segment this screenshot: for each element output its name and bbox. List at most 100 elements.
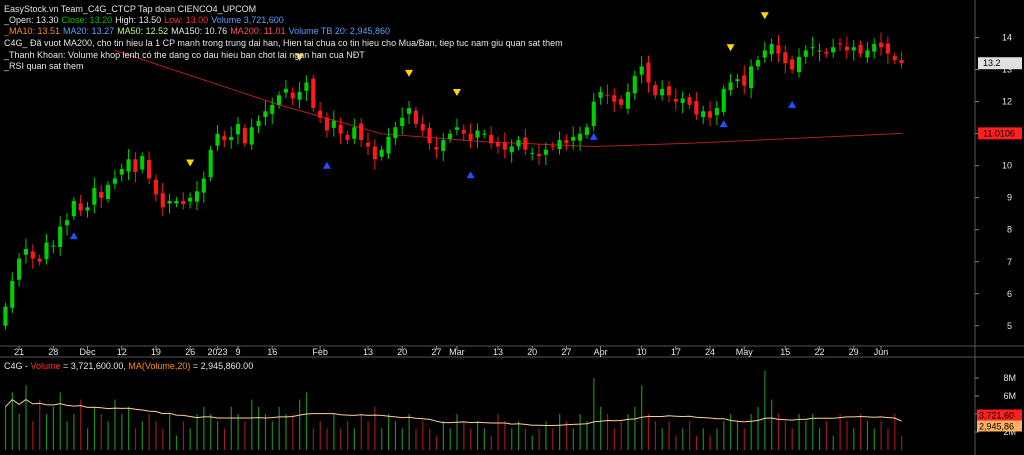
volume-bar	[695, 435, 698, 450]
volume-tick-label: 8M	[1003, 373, 1016, 383]
x-tick-label: 28	[48, 347, 58, 357]
ohlc-value-2: High: 13.50	[115, 15, 162, 25]
candle-body	[755, 60, 760, 67]
candle-body	[352, 127, 357, 139]
volume-bar	[374, 406, 376, 450]
volume-bar	[846, 421, 848, 450]
price-tick-label: 10	[1002, 161, 1012, 171]
candle-body	[427, 127, 432, 144]
volume-bar	[340, 428, 342, 450]
x-tick-label: Dec	[80, 347, 97, 357]
candle-body	[584, 127, 589, 135]
candle-body	[85, 207, 90, 211]
volume-header-part-2: = 3,721,600.00,	[60, 361, 129, 371]
volume-bar	[155, 421, 157, 450]
volume-bar	[285, 414, 287, 450]
candle-body	[653, 85, 658, 96]
candle-body	[879, 42, 884, 48]
volume-bar	[866, 421, 869, 450]
buy-signal-marker	[69, 232, 78, 240]
candle-body	[837, 43, 843, 45]
volume-bar	[182, 421, 184, 450]
volume-bar	[880, 421, 882, 450]
volume-bar	[682, 428, 684, 450]
volume-bar	[121, 414, 123, 450]
volume-bar	[319, 421, 321, 450]
candle-body	[304, 82, 309, 91]
sell-signal-marker	[452, 89, 461, 97]
volume-bar	[271, 421, 273, 450]
volume-panel-header: C4G - Volume = 3,721,600.00, MA(Volume,2…	[4, 361, 253, 371]
volume-bar	[832, 435, 834, 450]
ma200-line	[114, 49, 902, 148]
price-tick-label: 5	[1007, 321, 1012, 331]
volume-bar	[764, 370, 766, 450]
candle-body	[557, 140, 562, 150]
candle-body	[694, 101, 699, 115]
candle-body	[885, 43, 890, 54]
volume-bar	[73, 414, 75, 450]
x-tick-label: 22	[814, 347, 824, 357]
x-tick-label: 27	[431, 347, 441, 357]
candle-body	[92, 188, 97, 205]
candle-body	[530, 152, 535, 154]
x-tick-label: 2023	[207, 347, 227, 357]
candle-body	[735, 79, 740, 82]
note-3: _RSI quan sat them	[4, 61, 84, 71]
ohlc-value-3: Low: 13.00	[164, 15, 209, 25]
volume-value-label: 3,721,60	[979, 411, 1014, 421]
candle-body	[714, 108, 719, 116]
candle-body	[406, 108, 412, 114]
volume-bar	[586, 421, 588, 450]
candle-body	[400, 117, 405, 126]
candle-body	[509, 146, 514, 153]
candle-body	[701, 111, 706, 118]
volume-tick-label: 6M	[1003, 391, 1016, 401]
candle-body	[844, 46, 849, 51]
volume-ma-line	[5, 398, 902, 426]
volume-bar	[39, 399, 41, 450]
price-volume-chart: 5678910111213142M4M6M8M2128Dec1219262023…	[0, 0, 1024, 455]
x-tick-label: Apr	[594, 347, 608, 357]
volume-bar	[825, 421, 828, 450]
volume-bar	[251, 399, 253, 450]
candle-body	[256, 120, 261, 126]
volume-bar	[702, 428, 704, 450]
x-tick-label: 27	[561, 347, 571, 357]
candle-body	[742, 75, 747, 86]
candle-body	[10, 280, 15, 308]
candle-body	[37, 258, 42, 262]
candle-body	[181, 200, 186, 205]
candle-body	[495, 141, 501, 147]
candle-body	[687, 97, 692, 105]
candle-body	[229, 136, 234, 141]
volume-bar	[750, 414, 752, 450]
volume-bar	[565, 421, 568, 450]
candle-body	[673, 99, 678, 102]
volume-bar	[661, 428, 663, 450]
candle-body	[208, 149, 213, 178]
volume-bar	[771, 399, 773, 450]
candle-body	[215, 133, 220, 146]
candle-body	[707, 111, 713, 118]
volume-bar	[901, 435, 903, 450]
candle-body	[167, 200, 172, 204]
candle-body	[639, 66, 644, 75]
volume-bar	[504, 421, 506, 450]
candle-body	[112, 178, 117, 184]
candle-body	[126, 159, 131, 172]
candle-body	[475, 130, 480, 138]
volume-bar	[381, 428, 383, 450]
volume-ma-label: 2,945,86	[979, 421, 1014, 431]
volume-bar	[367, 421, 369, 450]
candle-body	[796, 56, 802, 73]
volume-bar	[736, 421, 739, 450]
volume-bar	[326, 428, 328, 450]
volume-bar	[216, 421, 219, 450]
volume-bar	[757, 406, 759, 450]
candle-body	[194, 191, 200, 202]
volume-bar	[312, 428, 314, 450]
volume-bar	[230, 406, 232, 450]
volume-ma-path	[5, 398, 902, 426]
volume-header-part-0: C4G -	[4, 361, 31, 371]
